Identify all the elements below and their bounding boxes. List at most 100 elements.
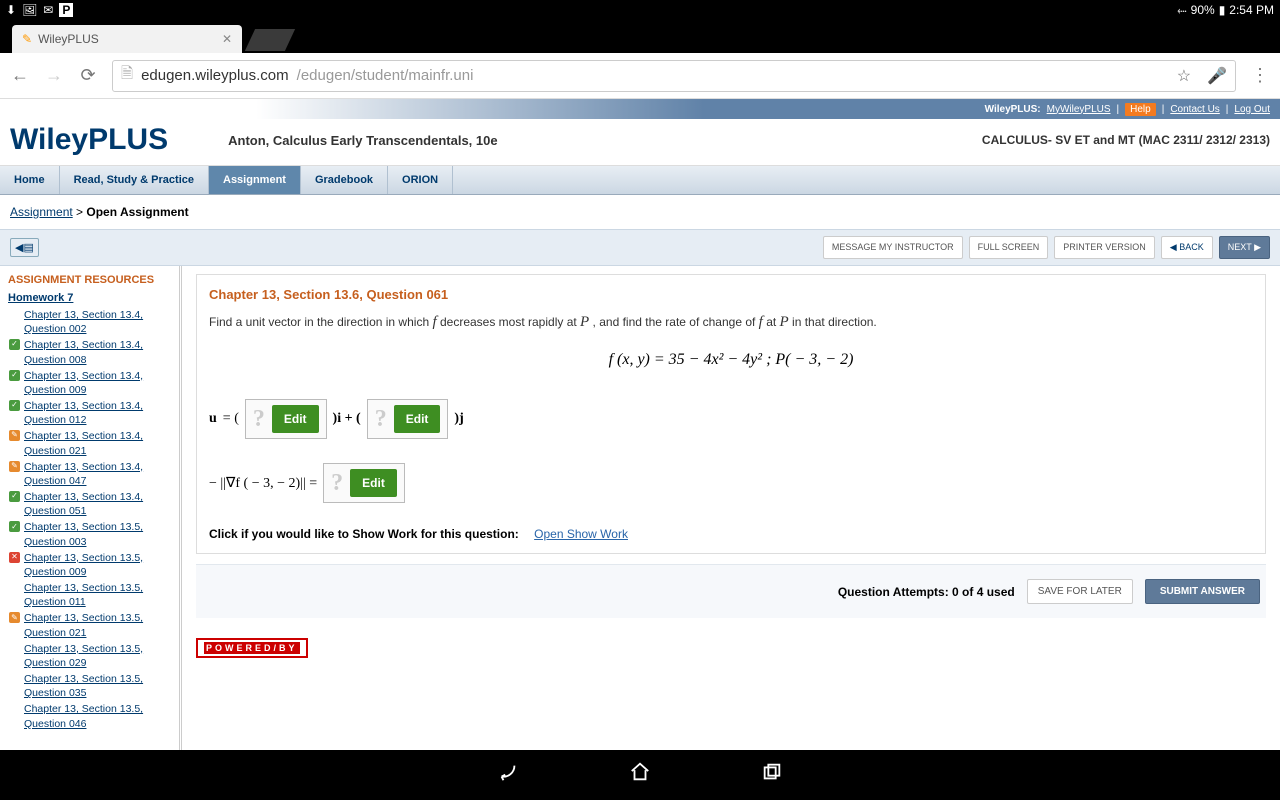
p-icon: P: [59, 3, 73, 17]
tab-favicon: ✎: [22, 32, 32, 46]
back-icon[interactable]: ←: [10, 65, 30, 86]
mail-icon: ✉: [43, 3, 53, 17]
menu-icon[interactable]: ⋮: [1250, 65, 1270, 86]
question-link[interactable]: Chapter 13, Section 13.5, Question 046: [24, 702, 171, 730]
android-back-icon[interactable]: [497, 761, 519, 790]
breadcrumb: Assignment > Open Assignment: [0, 195, 1280, 229]
question-header: Chapter 13, Section 13.6, Question 061: [209, 287, 1253, 302]
fullscreen-button[interactable]: FULL SCREEN: [969, 236, 1049, 259]
check-icon: ✓: [9, 400, 20, 411]
answer-row-grad: − ||∇f ( − 3, − 2)|| = ? Edit: [209, 463, 1253, 503]
message-instructor-button[interactable]: MESSAGE MY INSTRUCTOR: [823, 236, 963, 259]
save-for-later-button[interactable]: SAVE FOR LATER: [1027, 579, 1133, 604]
placeholder-icon: ?: [253, 406, 265, 433]
powered-by-badge: POWERED/BY: [196, 638, 308, 658]
prev-question-button[interactable]: ◀ BACK: [1161, 236, 1213, 259]
warn-icon: ✎: [9, 612, 20, 623]
top-link-bar: WileyPLUS: MyWileyPLUS | Help | Contact …: [0, 99, 1280, 119]
mic-icon[interactable]: 🎤: [1207, 66, 1227, 86]
logo: WileyPLUS: [10, 123, 168, 157]
question-prompt: Find a unit vector in the direction in w…: [209, 314, 1253, 331]
edit-button[interactable]: Edit: [272, 405, 319, 433]
check-icon: ✓: [9, 370, 20, 381]
check-icon: ✓: [9, 339, 20, 350]
battery-percent: 90%: [1191, 3, 1215, 17]
tab-gradebook[interactable]: Gradebook: [301, 166, 388, 194]
brand-label: WileyPLUS:: [985, 104, 1041, 115]
answer-input-grad[interactable]: ? Edit: [323, 463, 405, 503]
question-link[interactable]: ✓Chapter 13, Section 13.4, Question 012: [24, 399, 171, 427]
placeholder-icon: ?: [331, 470, 343, 497]
check-icon: ✓: [9, 491, 20, 502]
warn-icon: ✎: [9, 430, 20, 441]
check-icon: ✓: [9, 521, 20, 532]
tab-title: WileyPLUS: [38, 32, 99, 46]
header: WileyPLUS Anton, Calculus Early Transcen…: [0, 119, 1280, 166]
question-link[interactable]: ✕Chapter 13, Section 13.5, Question 009: [24, 551, 171, 579]
question-panel: Chapter 13, Section 13.6, Question 061 F…: [182, 266, 1280, 750]
answer-input-i[interactable]: ? Edit: [245, 399, 327, 439]
question-link[interactable]: ✓Chapter 13, Section 13.4, Question 051: [24, 490, 171, 518]
question-link[interactable]: ✓Chapter 13, Section 13.4, Question 008: [24, 338, 171, 366]
assignment-toolbar: ◀▤ MESSAGE MY INSTRUCTOR FULL SCREEN PRI…: [0, 229, 1280, 266]
tab-bar: ✎ WileyPLUS ✕: [0, 20, 1280, 53]
url-input[interactable]: 🗎 edugen.wileyplus.com/edugen/student/ma…: [112, 60, 1236, 92]
logout-link[interactable]: Log Out: [1234, 104, 1270, 115]
android-nav-bar: [0, 750, 1280, 800]
placeholder-icon: ?: [375, 406, 387, 433]
homework-title[interactable]: Homework 7: [8, 292, 171, 304]
show-work-row: Click if you would like to Show Work for…: [209, 527, 1253, 541]
tab-home[interactable]: Home: [0, 166, 60, 194]
nav-tabs: HomeRead, Study & PracticeAssignmentGrad…: [0, 166, 1280, 195]
question-link[interactable]: Chapter 13, Section 13.5, Question 029: [24, 642, 171, 670]
edit-button[interactable]: Edit: [350, 469, 397, 497]
question-formula: f (x, y) = 35 − 4x² − 4y² ; P( − 3, − 2): [209, 351, 1253, 369]
question-link[interactable]: ✎Chapter 13, Section 13.4, Question 021: [24, 429, 171, 457]
star-icon[interactable]: ☆: [1177, 66, 1191, 86]
edit-button[interactable]: Edit: [394, 405, 441, 433]
breadcrumb-link[interactable]: Assignment: [10, 205, 73, 219]
clock: 2:54 PM: [1229, 3, 1274, 17]
x-icon: ✕: [9, 552, 20, 563]
warn-icon: ✎: [9, 461, 20, 472]
book-title: Anton, Calculus Early Transcendentals, 1…: [228, 133, 497, 148]
android-home-icon[interactable]: [629, 761, 651, 790]
next-question-button[interactable]: NEXT ▶: [1219, 236, 1270, 259]
answer-input-j[interactable]: ? Edit: [367, 399, 449, 439]
submit-answer-button[interactable]: SUBMIT ANSWER: [1145, 579, 1260, 604]
close-icon[interactable]: ✕: [222, 32, 232, 46]
show-work-link[interactable]: Open Show Work: [534, 527, 628, 541]
forward-icon[interactable]: →: [44, 65, 64, 86]
question-link[interactable]: Chapter 13, Section 13.5, Question 011: [24, 581, 171, 609]
question-link[interactable]: ✓Chapter 13, Section 13.5, Question 003: [24, 520, 171, 548]
android-recents-icon[interactable]: [761, 761, 783, 790]
sidebar-title: ASSIGNMENT RESOURCES: [8, 274, 171, 286]
page-icon: 🗎: [121, 63, 133, 88]
url-path: /edugen/student/mainfr.uni: [297, 67, 474, 84]
question-link[interactable]: ✎Chapter 13, Section 13.5, Question 021: [24, 611, 171, 639]
tab-read-study-practice[interactable]: Read, Study & Practice: [60, 166, 209, 194]
question-link[interactable]: ✓Chapter 13, Section 13.4, Question 009: [24, 369, 171, 397]
question-link[interactable]: Chapter 13, Section 13.4, Question 002: [24, 308, 171, 336]
reload-icon[interactable]: ⟳: [78, 65, 98, 86]
new-tab-button[interactable]: [245, 29, 295, 51]
help-link[interactable]: Help: [1125, 103, 1156, 116]
question-link[interactable]: Chapter 13, Section 13.5, Question 035: [24, 672, 171, 700]
collapse-icon[interactable]: ◀▤: [10, 238, 39, 257]
url-host: edugen.wileyplus.com: [141, 67, 289, 84]
browser-tab[interactable]: ✎ WileyPLUS ✕: [12, 25, 242, 53]
picture-icon: 🖼: [22, 3, 37, 17]
tab-assignment[interactable]: Assignment: [209, 166, 301, 194]
print-button[interactable]: PRINTER VERSION: [1054, 236, 1155, 259]
android-status-bar: ⬇ 🖼 ✉ P ⬸ 90% ▮ 2:54 PM: [0, 0, 1280, 20]
answer-row-u: u = ( ? Edit )i + ( ? Edit )j: [209, 399, 1253, 439]
attempt-bar: Question Attempts: 0 of 4 used SAVE FOR …: [196, 564, 1266, 618]
contact-link[interactable]: Contact Us: [1170, 104, 1219, 115]
question-link[interactable]: ✎Chapter 13, Section 13.4, Question 047: [24, 460, 171, 488]
mywileyplus-link[interactable]: MyWileyPLUS: [1047, 104, 1111, 115]
url-bar: ← → ⟳ 🗎 edugen.wileyplus.com/edugen/stud…: [0, 53, 1280, 99]
course-title: CALCULUS- SV ET and MT (MAC 2311/ 2312/ …: [982, 133, 1270, 147]
sidebar: ASSIGNMENT RESOURCES Homework 7 Chapter …: [0, 266, 182, 750]
tab-orion[interactable]: ORION: [388, 166, 453, 194]
download-icon: ⬇: [6, 3, 16, 17]
